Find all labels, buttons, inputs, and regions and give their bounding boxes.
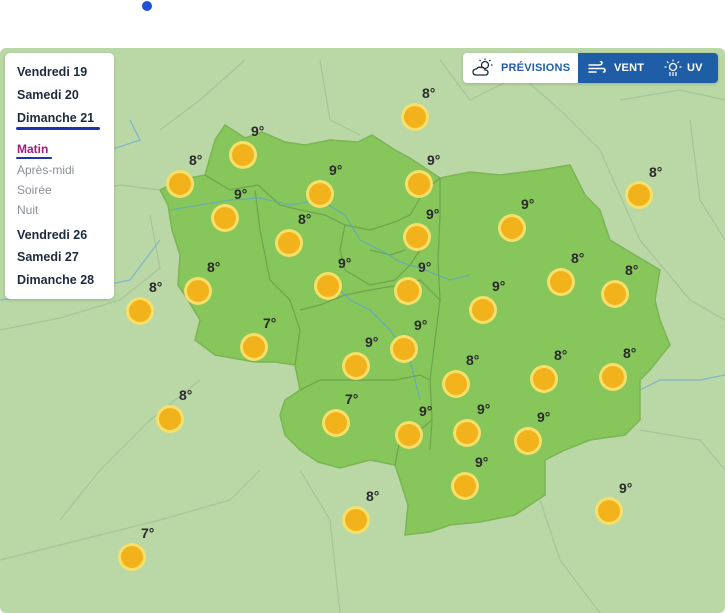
- sun-icon[interactable]: [400, 102, 430, 132]
- temperature-label: 7°: [141, 525, 155, 541]
- sun-icon[interactable]: [450, 471, 480, 501]
- period-item-nuit[interactable]: Nuit: [17, 203, 38, 217]
- temperature-label: 8°: [623, 345, 637, 361]
- sun-icon[interactable]: [165, 169, 195, 199]
- previsions-label: PRÉVISIONS: [501, 62, 571, 74]
- sun-icon[interactable]: [546, 267, 576, 297]
- sun-icon[interactable]: [155, 404, 185, 434]
- temperature-label: 9°: [234, 186, 248, 202]
- temperature-label: 9°: [418, 259, 432, 275]
- period-item-matin[interactable]: Matin: [17, 142, 48, 156]
- uv-label: UV: [687, 62, 703, 74]
- temperature-label: 8°: [649, 164, 663, 180]
- temperature-label: 7°: [345, 391, 359, 407]
- temperature-label: 9°: [537, 409, 551, 425]
- sun-icon[interactable]: [394, 420, 424, 450]
- sun-icon[interactable]: [228, 140, 258, 170]
- temperature-label: 9°: [492, 278, 506, 294]
- sun-icon[interactable]: [210, 203, 240, 233]
- temperature-label: 8°: [366, 488, 380, 504]
- sun-icon[interactable]: [305, 179, 335, 209]
- temperature-label: 9°: [521, 196, 535, 212]
- day-item-samedi-20[interactable]: Samedi 20: [17, 88, 79, 102]
- temperature-label: 8°: [554, 347, 568, 363]
- uv-sun-icon: [664, 59, 682, 76]
- sun-icon[interactable]: [117, 542, 147, 572]
- sun-icon[interactable]: [274, 228, 304, 258]
- map-mode-selector: PRÉVISIONS VENT UV: [463, 53, 718, 83]
- period-item-apres-midi[interactable]: Après-midi: [17, 163, 74, 177]
- wind-icon: [588, 61, 606, 73]
- temperature-label: 8°: [625, 262, 639, 278]
- temperature-label: 8°: [189, 152, 203, 168]
- page-indicator-dot: [142, 1, 152, 11]
- temperature-label: 8°: [466, 352, 480, 368]
- temperature-label: 8°: [571, 250, 585, 266]
- day-item-dimanche-21[interactable]: Dimanche 21: [17, 111, 94, 125]
- selected-day-underline: [16, 127, 100, 130]
- sun-icon[interactable]: [441, 369, 471, 399]
- sun-icon[interactable]: [341, 505, 371, 535]
- temperature-label: 9°: [414, 317, 428, 333]
- sun-icon[interactable]: [513, 426, 543, 456]
- uv-button[interactable]: UV: [658, 53, 718, 83]
- temperature-label: 9°: [419, 403, 433, 419]
- sun-icon[interactable]: [125, 296, 155, 326]
- temperature-label: 9°: [427, 152, 441, 168]
- sun-icon[interactable]: [393, 276, 423, 306]
- sun-icon[interactable]: [598, 362, 628, 392]
- sun-icon[interactable]: [594, 496, 624, 526]
- temperature-label: 9°: [365, 334, 379, 350]
- temperature-label: 9°: [477, 401, 491, 417]
- temperature-label: 8°: [422, 85, 436, 101]
- sun-icon[interactable]: [389, 334, 419, 364]
- vent-label: VENT: [614, 62, 645, 74]
- temperature-label: 9°: [329, 162, 343, 178]
- temperature-label: 9°: [426, 206, 440, 222]
- sun-icon[interactable]: [624, 180, 654, 210]
- vent-button[interactable]: VENT: [578, 53, 658, 83]
- day-item-vendredi-26[interactable]: Vendredi 26: [17, 228, 87, 242]
- sun-icon[interactable]: [600, 279, 630, 309]
- sun-icon[interactable]: [529, 364, 559, 394]
- day-item-dimanche-28[interactable]: Dimanche 28: [17, 273, 94, 287]
- temperature-label: 8°: [149, 279, 163, 295]
- temperature-label: 9°: [619, 480, 633, 496]
- sun-icon[interactable]: [321, 408, 351, 438]
- temperature-label: 8°: [179, 387, 193, 403]
- cloud-sun-icon: [472, 58, 493, 76]
- sun-icon[interactable]: [497, 213, 527, 243]
- sun-icon[interactable]: [341, 351, 371, 381]
- sun-icon[interactable]: [468, 295, 498, 325]
- sun-icon[interactable]: [402, 222, 432, 252]
- period-item-soiree[interactable]: Soirée: [17, 183, 52, 197]
- sun-icon[interactable]: [313, 271, 343, 301]
- sun-icon[interactable]: [404, 169, 434, 199]
- temperature-label: 9°: [475, 454, 489, 470]
- sun-icon[interactable]: [183, 276, 213, 306]
- temperature-label: 9°: [251, 123, 265, 139]
- temperature-label: 7°: [263, 315, 277, 331]
- previsions-button[interactable]: PRÉVISIONS: [463, 53, 578, 83]
- day-item-vendredi-19[interactable]: Vendredi 19: [17, 65, 87, 79]
- sun-icon[interactable]: [452, 418, 482, 448]
- day-selector-panel: Vendredi 19 Samedi 20 Dimanche 21 Matin …: [5, 53, 114, 299]
- temperature-label: 8°: [207, 259, 221, 275]
- day-item-samedi-27[interactable]: Samedi 27: [17, 250, 79, 264]
- temperature-label: 9°: [338, 255, 352, 271]
- selected-period-underline: [16, 157, 52, 159]
- temperature-label: 8°: [298, 211, 312, 227]
- sun-icon[interactable]: [239, 332, 269, 362]
